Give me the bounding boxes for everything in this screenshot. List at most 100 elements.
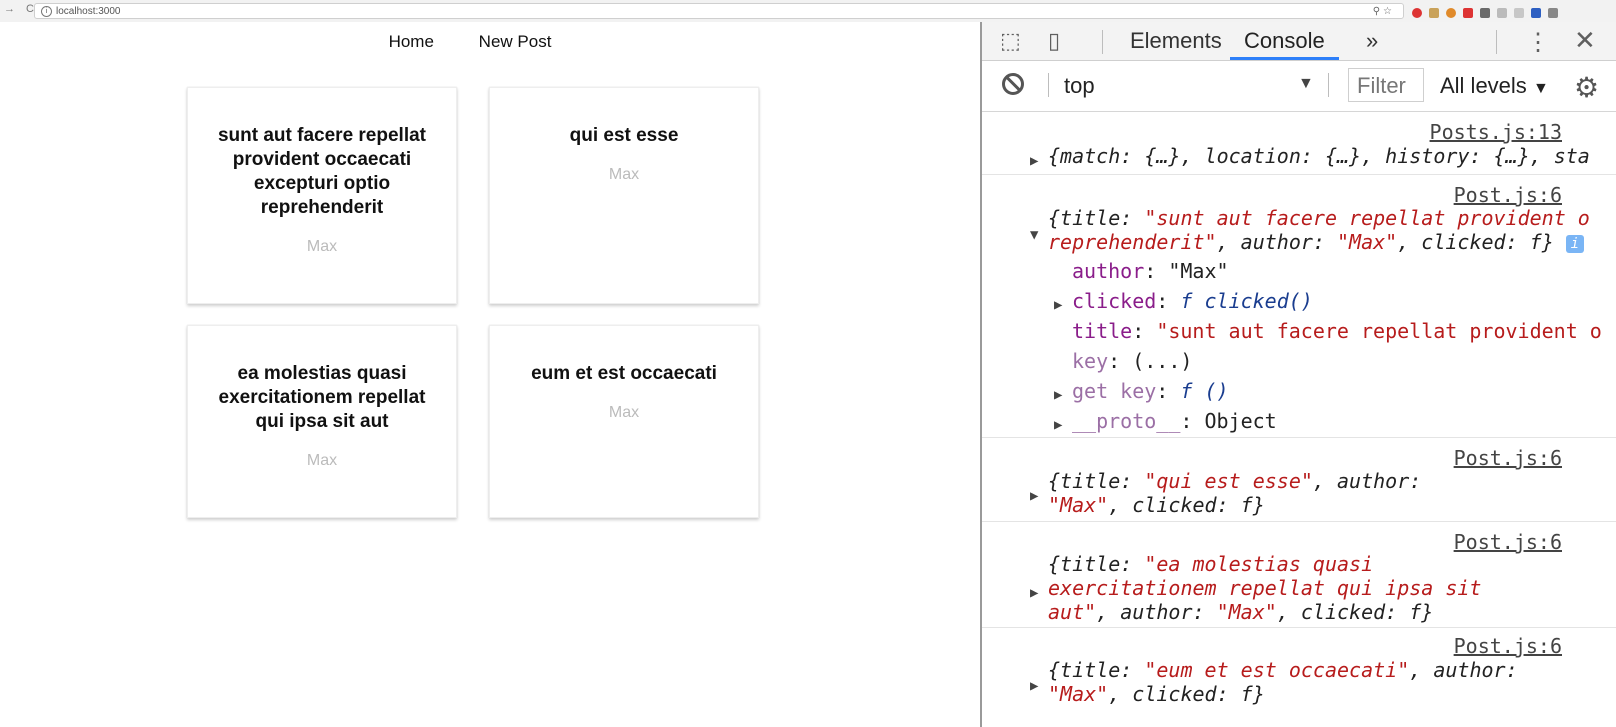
string-value: exercitationem repellat qui ipsa sit — [1048, 576, 1482, 600]
property-row[interactable]: clicked: f clicked() — [1072, 289, 1313, 314]
log-levels-select[interactable]: All levels ▼ — [1440, 61, 1549, 111]
object-open: {title: — [1048, 658, 1145, 682]
expand-triangle-icon[interactable]: ▶ — [1030, 581, 1038, 606]
collapse-triangle-icon[interactable]: ▼ — [1030, 223, 1038, 248]
console-toolbar: top ▼ Filter All levels ▼ ⚙ — [982, 61, 1616, 112]
opera-icon[interactable] — [1412, 8, 1422, 18]
property-row[interactable]: key: (...) — [1072, 349, 1192, 374]
string-value: "sunt aut facere repellat provident o — [1144, 206, 1590, 230]
console-message[interactable]: Post.js:6 ▶ {title: "eum et est occaecat… — [982, 628, 1616, 727]
console-message[interactable]: Post.js:6 ▶ {title: "ea molestias quasi … — [982, 522, 1616, 628]
message-source-link[interactable]: Post.js:6 — [1454, 634, 1562, 659]
property-value: (...) — [1132, 349, 1193, 373]
property-key: get key — [1072, 379, 1157, 403]
string-value: "Max" — [1048, 682, 1109, 706]
extension-icon[interactable] — [1480, 8, 1490, 18]
object-key: , clicked: f} — [1276, 600, 1434, 624]
extension-icon[interactable] — [1429, 8, 1439, 18]
message-text-line: {title: "eum et est occaecati", author: — [1048, 658, 1518, 683]
tab-elements[interactable]: Elements — [1116, 22, 1236, 60]
chevron-down-icon: ▼ — [1532, 80, 1549, 97]
message-text-line: aut", author: "Max", clicked: f} — [1048, 600, 1433, 625]
address-url: localhost:3000 — [56, 6, 121, 17]
expand-triangle-icon[interactable]: ▶ — [1054, 413, 1062, 438]
console-message[interactable]: Post.js:6 ▶ {title: "qui est esse", auth… — [982, 438, 1616, 522]
message-source-link[interactable]: Posts.js:13 — [1430, 120, 1562, 145]
extension-icon[interactable] — [1531, 8, 1541, 18]
expand-triangle-icon[interactable]: ▶ — [1054, 383, 1062, 408]
object-key: , clicked: f} — [1108, 493, 1265, 517]
string-value: reprehenderit" — [1048, 230, 1217, 254]
toolbar-divider — [1496, 30, 1497, 54]
object-key: , author: — [1409, 658, 1518, 682]
property-row[interactable]: __proto__: Object — [1072, 409, 1277, 434]
info-icon[interactable]: i — [1565, 234, 1584, 253]
property-value: "Max" — [1168, 259, 1229, 283]
message-source-link[interactable]: Post.js:6 — [1454, 530, 1562, 555]
site-info-icon[interactable]: i — [41, 5, 52, 17]
string-value: "Max" — [1216, 600, 1277, 624]
device-toolbar-icon[interactable]: ▯ — [1048, 28, 1060, 54]
address-bar[interactable]: i localhost:3000 ⚲☆ — [34, 3, 1404, 19]
expand-triangle-icon[interactable]: ▶ — [1054, 293, 1062, 318]
chevron-down-icon[interactable]: ▼ — [1298, 75, 1314, 93]
clear-console-icon[interactable] — [1002, 73, 1024, 95]
post-card[interactable]: qui est esse Max — [489, 87, 759, 304]
toolbar-divider — [1048, 73, 1049, 97]
extension-icon[interactable] — [1463, 8, 1473, 18]
filter-input[interactable]: Filter — [1348, 68, 1424, 102]
message-text-line: "Max", clicked: f} — [1048, 682, 1265, 707]
object-open: {title: — [1048, 552, 1145, 576]
expand-triangle-icon[interactable]: ▶ — [1030, 674, 1038, 699]
post-author: Max — [306, 238, 338, 255]
message-text-line: reprehenderit", author: "Max", clicked: … — [1048, 230, 1584, 255]
console-message[interactable]: Posts.js:13 ▶ {match: {…}, location: {…}… — [982, 112, 1616, 175]
devtools-toolbar: ⬚ ▯ Elements Console » ⋮ ✕ — [982, 22, 1616, 61]
property-value: "sunt aut facere repellat provident o — [1156, 319, 1602, 343]
extension-icon[interactable] — [1514, 8, 1524, 18]
zoom-and-bookmark-icons[interactable]: ⚲☆ — [1373, 4, 1395, 20]
string-value: aut" — [1048, 600, 1097, 624]
gear-icon[interactable]: ⚙ — [1574, 71, 1599, 104]
close-icon[interactable]: ✕ — [1574, 25, 1596, 56]
post-card[interactable]: eum et est occaecati Max — [489, 325, 759, 518]
console-message[interactable]: Post.js:6 ▼ {title: "sunt aut facere rep… — [982, 175, 1616, 438]
post-author: Max — [306, 452, 338, 469]
string-value: "ea molestias quasi — [1144, 552, 1374, 576]
inspect-element-icon[interactable]: ⬚ — [1000, 28, 1021, 54]
message-text-line: {title: "sunt aut facere repellat provid… — [1048, 206, 1590, 231]
console-messages: Posts.js:13 ▶ {match: {…}, location: {…}… — [982, 112, 1616, 727]
property-row[interactable]: get key: f () — [1072, 379, 1229, 404]
post-title: qui est esse — [569, 125, 679, 146]
menu-icon[interactable] — [1548, 8, 1558, 18]
toolbar-divider — [1328, 73, 1329, 97]
property-value: f clicked() — [1180, 289, 1313, 313]
more-tabs-icon[interactable]: » — [1352, 22, 1392, 60]
nav-home-link[interactable]: Home — [389, 32, 434, 51]
extension-icon[interactable] — [1446, 8, 1456, 18]
nav-new-post-link[interactable]: New Post — [479, 32, 552, 51]
property-key: clicked — [1072, 289, 1157, 313]
log-levels-label: All levels — [1440, 73, 1527, 98]
extension-icon[interactable] — [1497, 8, 1507, 18]
toolbar-divider — [1102, 30, 1103, 54]
message-source-link[interactable]: Post.js:6 — [1454, 446, 1562, 471]
message-text-line: {title: "qui est esse", author: — [1048, 469, 1421, 494]
message-source-link[interactable]: Post.js:6 — [1454, 183, 1562, 208]
string-value: "eum et est occaecati" — [1144, 658, 1410, 682]
post-title: eum et est occaecati — [531, 363, 717, 384]
tab-console[interactable]: Console — [1230, 22, 1339, 60]
property-row: title: "sunt aut facere repellat provide… — [1072, 319, 1602, 343]
extension-icons[interactable] — [1412, 5, 1565, 18]
object-key: , author: — [1216, 230, 1337, 254]
expand-triangle-icon[interactable]: ▶ — [1030, 149, 1038, 174]
kebab-menu-icon[interactable]: ⋮ — [1526, 28, 1550, 57]
property-row: author: "Max" — [1072, 259, 1229, 283]
browser-nav-icons[interactable]: → C — [4, 3, 38, 15]
expand-triangle-icon[interactable]: ▶ — [1030, 484, 1038, 509]
post-card[interactable]: sunt aut facere repellat provident occae… — [187, 87, 457, 304]
browser-toolbar: → C i localhost:3000 ⚲☆ — [0, 0, 1616, 23]
context-select[interactable]: top — [1064, 61, 1304, 111]
property-value: Object — [1204, 409, 1277, 433]
post-card[interactable]: ea molestias quasi exercitationem repell… — [187, 325, 457, 518]
